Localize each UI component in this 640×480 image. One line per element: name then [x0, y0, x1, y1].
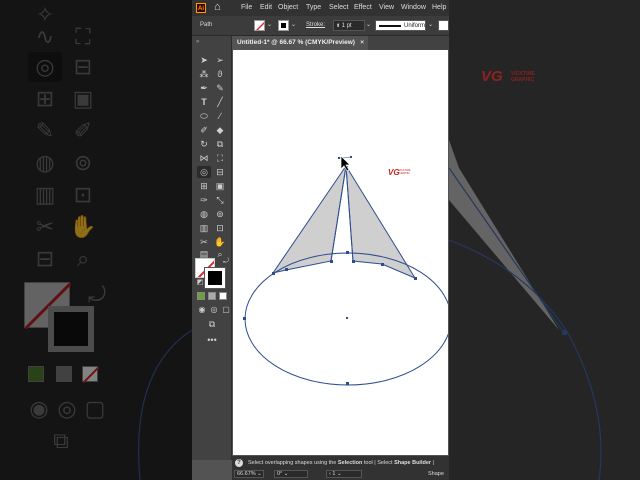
help-icon[interactable]: ?: [235, 459, 243, 467]
mesh-icon[interactable]: ⊞: [197, 180, 211, 192]
line-icon[interactable]: ╱: [213, 96, 227, 108]
canvas-watermark-logo: VG: [388, 168, 400, 177]
stroke-weight-chevron-icon[interactable]: ⌄: [366, 21, 371, 28]
measure-icon[interactable]: ⤡: [213, 194, 227, 206]
screen: ✧ ∿ ⛶ ◎ ⊟ ⊞ ▣ ✎ ✐ ◍ ⊚ ▥ ⊡ ✂ ✋ ⊟ ⌕ ⤾ ◉ ◎ …: [0, 0, 640, 480]
scale-icon[interactable]: ⧉: [213, 138, 227, 150]
background-left-zoomed-toolbar: ✧ ∿ ⛶ ◎ ⊟ ⊞ ▣ ✎ ✐ ◍ ⊚ ▥ ⊡ ✂ ✋ ⊟ ⌕ ⤾ ◉ ◎ …: [0, 0, 192, 480]
screen-mode-icon[interactable]: ⧉: [205, 318, 219, 330]
menu-help[interactable]: Help: [432, 4, 446, 11]
swap-fill-stroke-icon[interactable]: ⤾: [219, 256, 233, 268]
edit-toolbar-icon[interactable]: •••: [205, 334, 219, 346]
cone-left-face[interactable]: [271, 165, 347, 274]
canvas-watermark-line2: GRAPHIC: [399, 172, 410, 175]
pen-icon[interactable]: ✒: [197, 82, 211, 94]
stroke-swatch[interactable]: [204, 267, 226, 289]
eyedropper-icon[interactable]: ✑: [197, 194, 211, 206]
menu-select[interactable]: Select: [329, 4, 348, 11]
close-tab-icon[interactable]: ×: [360, 36, 364, 50]
eraser-icon[interactable]: ◆: [213, 124, 227, 136]
direct-selection-icon[interactable]: ➢: [213, 54, 227, 66]
menu-window[interactable]: Window: [401, 4, 426, 11]
lasso-icon[interactable]: ϑ: [213, 68, 227, 80]
none-mode-swatch[interactable]: [219, 292, 227, 300]
blend-icon[interactable]: ◍: [197, 208, 211, 220]
width-icon[interactable]: ⋈: [197, 152, 211, 164]
slice-icon[interactable]: ✂: [197, 236, 211, 248]
gradient-icon[interactable]: ▣: [213, 180, 227, 192]
menu-bar: Ai ⌂ File Edit Object Type Select Effect…: [192, 0, 449, 16]
gradient-mode-swatch[interactable]: [208, 292, 216, 300]
artwork[interactable]: VG VICKTIME GRAPHIC: [233, 50, 448, 455]
color-mode-swatch[interactable]: [197, 292, 205, 300]
variable-width-profile[interactable]: Uniform: [375, 20, 426, 31]
document-tab[interactable]: Untitled-1* @ 66.67 % (CMYK/Preview) ×: [232, 36, 368, 50]
artboard-navigator[interactable]: ‹ 1 ⌄: [326, 470, 362, 478]
rotate-icon[interactable]: ↻: [197, 138, 211, 150]
brush-definition[interactable]: [438, 20, 449, 31]
cone-right-face[interactable]: [345, 165, 417, 280]
default-colors-icon[interactable]: ◩: [193, 277, 207, 289]
background-right-zoomed-artboard: VG VICKTIME GRAPHIC: [449, 0, 640, 480]
perspective-grid-icon[interactable]: ⊟: [213, 166, 227, 178]
stroke-label[interactable]: Stroke:: [306, 22, 325, 28]
menu-object[interactable]: Object: [278, 4, 298, 11]
symbol-sprayer-icon[interactable]: ⊚: [213, 208, 227, 220]
tools-panel: » ➤ ➢ ⁂ ϑ ✒ ✎ T ╱ ⬭ ∕ ✐ ◆ ↻ ⧉ ⋈ ⛶ ◎ ⊟ ⊞ …: [192, 36, 232, 460]
app-logo: Ai: [196, 3, 206, 13]
control-bar: Path ⌄ ⌄ Stroke: ⬍ 1 pt ⌄ Uniform ⌄: [192, 16, 449, 36]
stroke-weight-field[interactable]: ⬍ 1 pt: [333, 20, 365, 31]
menu-effect[interactable]: Effect: [354, 4, 372, 11]
illustrator-window: Ai ⌂ File Edit Object Type Select Effect…: [192, 0, 449, 480]
stroke-color-picker[interactable]: [278, 20, 289, 31]
current-tool-label: Shape: [428, 471, 444, 477]
type-icon[interactable]: T: [197, 96, 211, 108]
menu-file[interactable]: File: [241, 4, 252, 11]
status-hint: Select overlapping shapes using the Sele…: [248, 460, 435, 466]
shaper-icon[interactable]: ✐: [197, 124, 211, 136]
panel-collapse-icon[interactable]: »: [196, 39, 199, 45]
column-graph-icon[interactable]: ▥: [197, 222, 211, 234]
free-transform-icon[interactable]: ⛶: [213, 152, 227, 164]
ellipse-icon[interactable]: ⬭: [197, 110, 211, 122]
zoom-level-field[interactable]: 66.67% ⌄: [234, 470, 264, 478]
selection-type-label: Path: [200, 22, 213, 28]
paintbrush-icon[interactable]: ∕: [213, 110, 227, 122]
stroke-dropdown-chevron-icon[interactable]: ⌄: [291, 21, 296, 28]
fill-dropdown-chevron-icon[interactable]: ⌄: [267, 21, 272, 28]
menu-type[interactable]: Type: [306, 4, 321, 11]
rotation-field[interactable]: 0° ⌄: [274, 470, 308, 478]
artboard-icon[interactable]: ⊡: [213, 222, 227, 234]
draw-inside-icon[interactable]: ▢: [219, 304, 233, 316]
menu-edit[interactable]: Edit: [260, 4, 272, 11]
shape-builder-icon[interactable]: ◎: [197, 166, 211, 178]
artboard-canvas[interactable]: VG VICKTIME GRAPHIC: [233, 50, 448, 455]
home-icon[interactable]: ⌂: [214, 1, 221, 13]
profile-chevron-icon[interactable]: ⌄: [428, 21, 433, 28]
magic-wand-icon[interactable]: ⁂: [197, 68, 211, 80]
curvature-icon[interactable]: ✎: [213, 82, 227, 94]
mouse-cursor-icon: [340, 155, 351, 172]
selection-arrow-icon[interactable]: ➤: [197, 54, 211, 66]
document-tabs: Untitled-1* @ 66.67 % (CMYK/Preview) ×: [232, 36, 449, 50]
fill-color-picker[interactable]: [254, 20, 265, 31]
menu-view[interactable]: View: [379, 4, 394, 11]
hand-icon[interactable]: ✋: [213, 236, 227, 248]
status-bar: ? Select overlapping shapes using the Se…: [232, 456, 449, 480]
